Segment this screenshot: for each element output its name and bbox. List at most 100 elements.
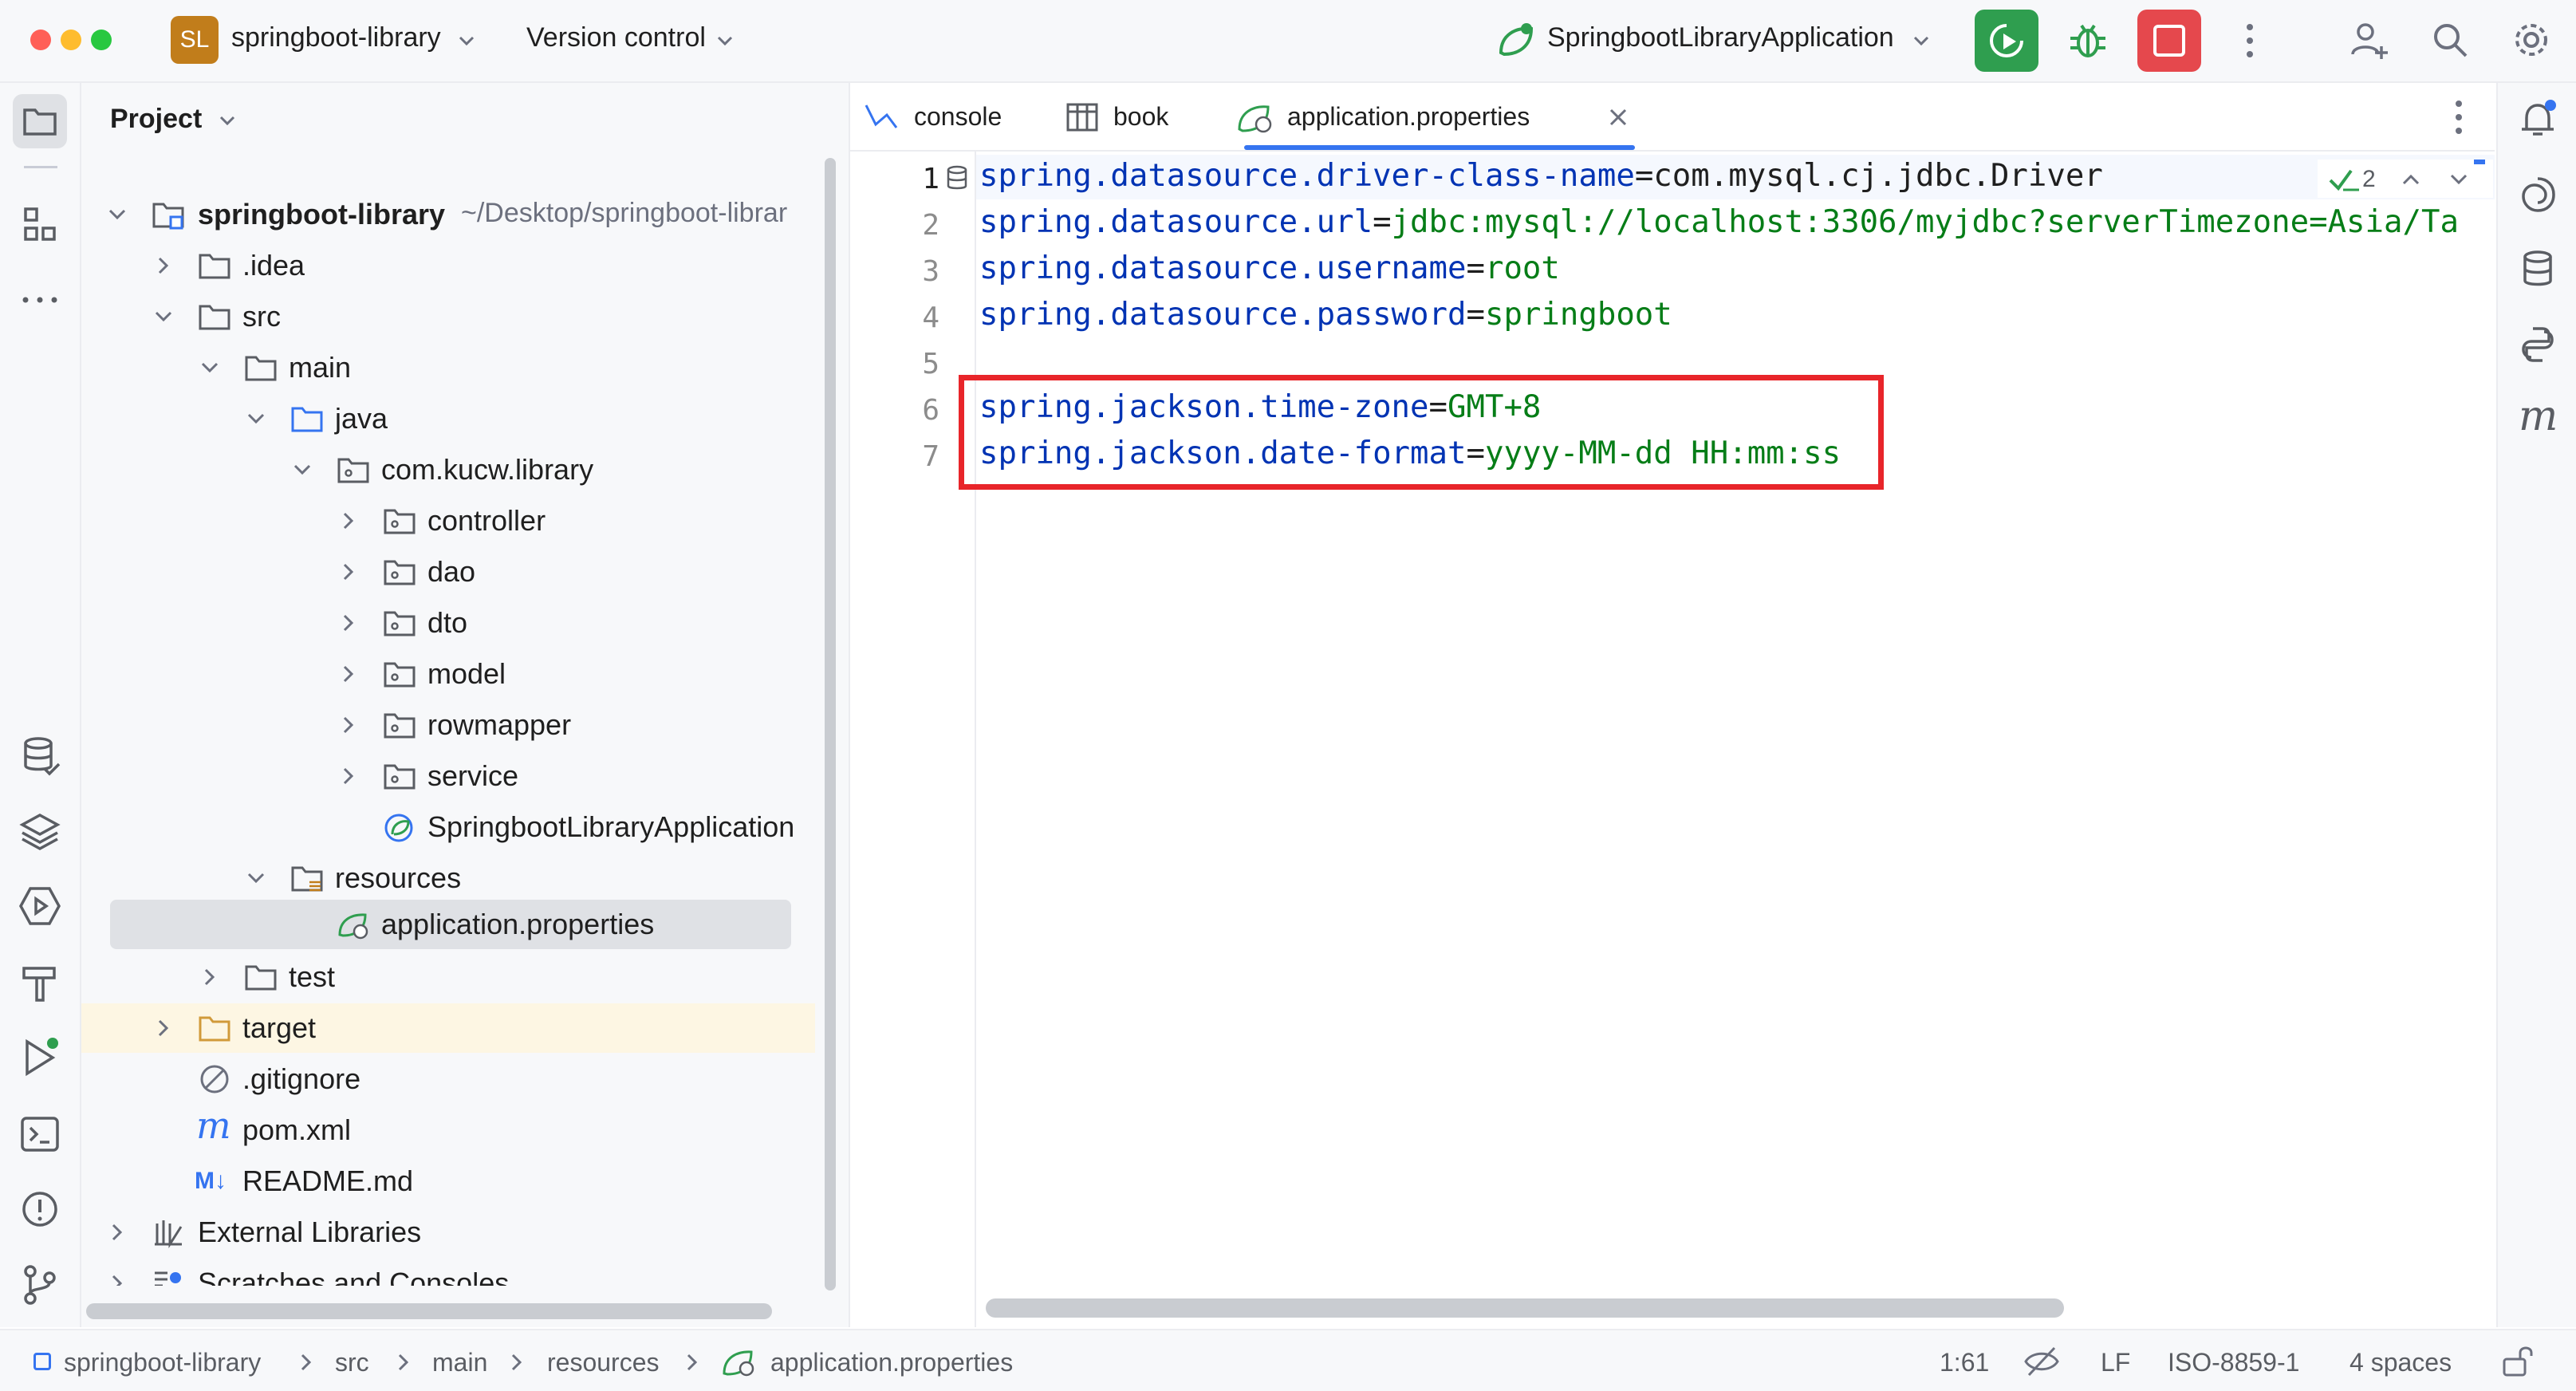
tab-console[interactable]: console — [863, 83, 1054, 150]
more-tools-icon[interactable] — [18, 278, 62, 322]
tree-item-external-libraries[interactable]: External Libraries — [81, 1208, 815, 1257]
settings-gear-icon[interactable] — [2511, 19, 2552, 61]
build-hammer-icon[interactable] — [18, 960, 62, 1005]
tree-item-src[interactable]: src — [81, 292, 815, 341]
code-line[interactable]: spring.datasource.password=springboot — [979, 297, 1672, 333]
tree-item-pom[interactable]: m pom.xml — [81, 1105, 815, 1155]
tree-item-main[interactable]: main — [81, 343, 815, 392]
project-horizontal-scrollbar[interactable] — [86, 1303, 772, 1319]
editor-horizontal-scrollbar[interactable] — [986, 1298, 2064, 1318]
tree-item-model[interactable]: model — [81, 649, 815, 699]
chevron-right-icon[interactable] — [152, 254, 175, 278]
rerun-button[interactable] — [1975, 10, 2038, 72]
project-tool-button[interactable] — [13, 94, 67, 148]
run-configuration-selector[interactable]: SpringbootLibraryApplication — [1547, 22, 1894, 53]
database-check-icon[interactable] — [18, 734, 62, 778]
tab-application-properties[interactable]: application.properties — [1236, 83, 1651, 150]
line-separator[interactable]: LF — [2101, 1348, 2130, 1377]
chevron-right-icon[interactable] — [337, 662, 360, 686]
code-vision-off-icon[interactable] — [2023, 1343, 2061, 1380]
tab-book[interactable]: book — [1065, 83, 1225, 150]
search-icon[interactable] — [2429, 19, 2471, 61]
tree-item-idea[interactable]: .idea — [81, 241, 815, 290]
tree-item-resources[interactable]: resources — [81, 853, 815, 903]
git-branch-icon[interactable] — [18, 1262, 62, 1306]
tree-item-application-properties[interactable]: application.properties — [81, 900, 815, 949]
chevron-right-icon[interactable] — [337, 764, 360, 788]
chevron-down-icon[interactable] — [105, 203, 129, 227]
chevron-up-icon[interactable] — [2399, 167, 2423, 191]
unlock-icon[interactable] — [2499, 1342, 2536, 1380]
chevron-right-icon[interactable] — [105, 1220, 129, 1244]
tree-item-dao[interactable]: dao — [81, 547, 815, 597]
problems-icon[interactable] — [18, 1187, 62, 1231]
code-line[interactable]: spring.datasource.driver-class-name=com.… — [979, 158, 2103, 194]
layers-icon[interactable] — [18, 809, 62, 853]
breadcrumb-item[interactable]: main — [432, 1348, 487, 1377]
code-line[interactable]: spring.datasource.username=root — [979, 250, 1560, 286]
close-tab-icon[interactable] — [1608, 107, 1629, 128]
tree-item-readme[interactable]: M↓ README.md — [81, 1157, 815, 1206]
project-switcher[interactable]: springboot-library — [231, 22, 441, 53]
chevron-right-icon[interactable] — [198, 965, 222, 989]
services-icon[interactable] — [18, 884, 62, 928]
indent-setting[interactable]: 4 spaces — [2350, 1348, 2452, 1377]
chevron-down-icon[interactable] — [217, 110, 238, 131]
chevron-right-icon[interactable] — [337, 611, 360, 635]
inspection-widget[interactable]: 2 — [2318, 160, 2493, 198]
tree-item-target[interactable]: target — [81, 1003, 815, 1053]
chevron-down-icon[interactable] — [198, 356, 222, 380]
notifications-bell-icon[interactable] — [2515, 97, 2560, 142]
close-window-button[interactable] — [30, 30, 51, 50]
zoom-window-button[interactable] — [91, 30, 112, 50]
more-tabs-icon[interactable] — [2447, 97, 2471, 137]
chevron-down-icon[interactable] — [2447, 167, 2471, 191]
project-panel-title[interactable]: Project — [110, 104, 202, 135]
ai-assistant-icon[interactable] — [2515, 172, 2560, 217]
tree-item-root[interactable]: springboot-library ~/Desktop/springboot-… — [81, 190, 815, 239]
cursor-position[interactable]: 1:61 — [1940, 1348, 1989, 1377]
tree-item-controller[interactable]: controller — [81, 496, 815, 546]
tree-item-rowmapper[interactable]: rowmapper — [81, 700, 815, 750]
code-line[interactable]: spring.datasource.url=jdbc:mysql://local… — [979, 204, 2459, 240]
chevron-down-icon[interactable] — [152, 305, 175, 329]
chevron-down-icon[interactable] — [244, 407, 268, 431]
tree-item-gitignore[interactable]: .gitignore — [81, 1054, 815, 1104]
breadcrumb-item[interactable]: springboot-library — [64, 1348, 261, 1377]
tree-item-application-class[interactable]: SpringbootLibraryApplication — [81, 802, 815, 852]
tree-item-package[interactable]: com.kucw.library — [81, 445, 815, 495]
structure-icon[interactable] — [18, 203, 62, 247]
chevron-down-icon[interactable] — [456, 30, 477, 51]
debug-icon[interactable] — [2064, 16, 2112, 64]
breadcrumb-item[interactable]: application.properties — [770, 1348, 1013, 1377]
breadcrumb-item[interactable]: src — [335, 1348, 369, 1377]
chevron-down-icon[interactable] — [290, 458, 314, 482]
tree-item-java[interactable]: java — [81, 394, 815, 443]
chevron-down-icon[interactable] — [1911, 30, 1932, 51]
chevron-down-icon[interactable] — [244, 866, 268, 890]
run-icon[interactable] — [18, 1035, 62, 1080]
database-gutter-icon[interactable] — [946, 164, 971, 193]
project-badge[interactable]: SL — [171, 16, 219, 64]
breadcrumb-item[interactable]: resources — [547, 1348, 660, 1377]
chevron-right-icon[interactable] — [337, 509, 360, 533]
chevron-right-icon[interactable] — [337, 713, 360, 737]
maven-icon[interactable]: m — [2519, 392, 2558, 440]
database-icon[interactable] — [2515, 247, 2560, 292]
add-user-icon[interactable] — [2348, 19, 2391, 62]
chevron-right-icon[interactable] — [152, 1016, 175, 1040]
more-options-icon[interactable] — [2238, 21, 2262, 61]
stop-button[interactable] — [2137, 10, 2201, 72]
chevron-right-icon[interactable] — [105, 1271, 129, 1286]
minimize-window-button[interactable] — [61, 30, 81, 50]
file-encoding[interactable]: ISO-8859-1 — [2168, 1348, 2299, 1377]
tree-item-test[interactable]: test — [81, 952, 815, 1002]
terminal-icon[interactable] — [18, 1112, 62, 1157]
tree-item-service[interactable]: service — [81, 751, 815, 801]
python-console-icon[interactable] — [2515, 322, 2560, 367]
tree-item-dto[interactable]: dto — [81, 598, 815, 648]
tree-item-scratches[interactable]: Scratches and Consoles — [81, 1259, 815, 1286]
version-control-menu[interactable]: Version control — [526, 22, 706, 53]
chevron-right-icon[interactable] — [337, 560, 360, 584]
project-vertical-scrollbar[interactable] — [825, 158, 836, 1291]
